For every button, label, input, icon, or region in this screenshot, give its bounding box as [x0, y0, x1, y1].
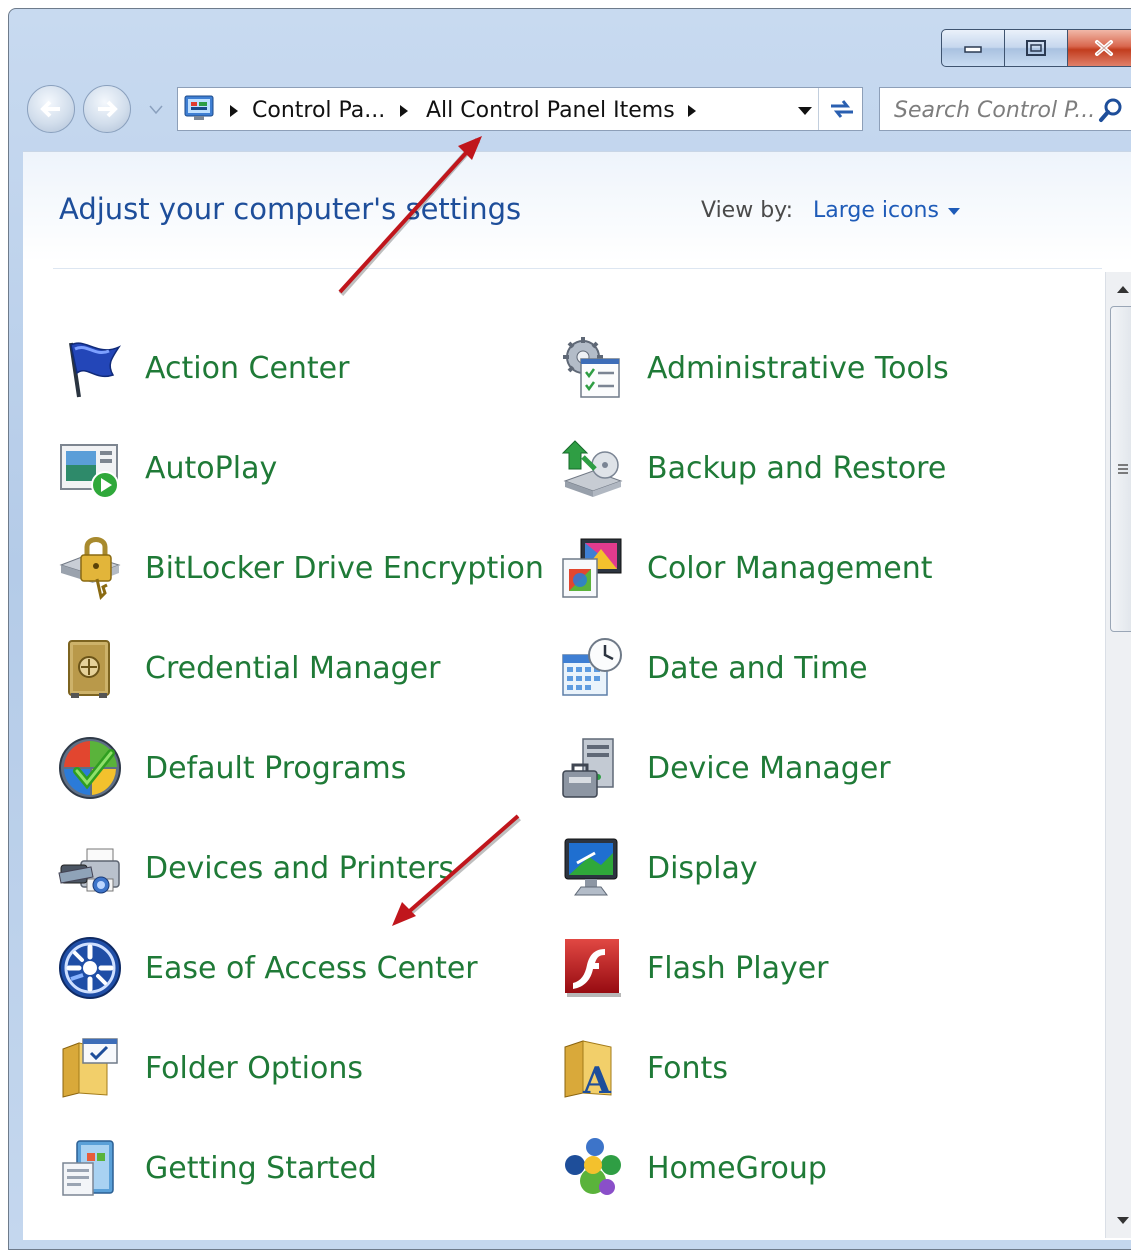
item-label: Display — [647, 850, 758, 886]
item-label: HomeGroup — [647, 1150, 827, 1186]
item-label: Color Management — [647, 550, 933, 586]
item-date-time[interactable]: Date and Time — [559, 628, 868, 708]
close-button[interactable] — [1068, 29, 1131, 67]
item-label: Folder Options — [145, 1050, 363, 1086]
breadcrumb-control-panel[interactable]: Control Pa... — [252, 98, 385, 123]
item-label: Flash Player — [647, 950, 829, 986]
item-label: Devices and Printers — [145, 850, 455, 886]
search-icon[interactable] — [1098, 97, 1124, 127]
breadcrumb-separator[interactable] — [230, 105, 238, 117]
item-default-programs[interactable]: Default Programs — [57, 728, 406, 808]
control-panel-icon — [184, 94, 216, 126]
item-devices-printers[interactable]: Devices and Printers — [57, 828, 454, 908]
printer-icon — [57, 835, 123, 901]
item-credential-manager[interactable]: Credential Manager — [57, 628, 440, 708]
monitor-icon — [559, 835, 625, 901]
scroll-up-button[interactable] — [1106, 272, 1131, 306]
page-title: Adjust your computer's settings — [59, 192, 522, 226]
address-dropdown-button[interactable] — [798, 107, 812, 115]
item-label: Ease of Access Center — [145, 950, 478, 986]
forward-button[interactable] — [83, 85, 131, 133]
item-label: Fonts — [647, 1050, 728, 1086]
vault-icon — [57, 635, 123, 701]
folder-options-icon — [57, 1035, 123, 1101]
item-getting-started[interactable]: Getting Started — [57, 1128, 377, 1208]
item-label: Default Programs — [145, 750, 407, 786]
item-label: Getting Started — [145, 1150, 377, 1186]
item-backup-restore[interactable]: Backup and Restore — [559, 428, 946, 508]
breadcrumb-separator[interactable] — [400, 105, 408, 117]
item-autoplay[interactable]: AutoPlay — [57, 428, 277, 508]
item-homegroup[interactable]: HomeGroup — [559, 1128, 827, 1208]
title-bar — [9, 9, 1131, 71]
backup-icon — [559, 435, 625, 501]
breadcrumb-all-items[interactable]: All Control Panel Items — [426, 98, 675, 123]
item-color-management[interactable]: Color Management — [559, 528, 932, 608]
control-panel-window: Control Pa... All Control Panel Items Se… — [8, 8, 1131, 1250]
back-arrow-icon — [40, 100, 60, 118]
item-flash-player[interactable]: Flash Player — [559, 928, 829, 1008]
fonts-folder-icon: A — [559, 1035, 625, 1101]
minimize-icon — [964, 46, 982, 53]
accessibility-icon — [57, 935, 123, 1001]
scroll-down-icon — [1117, 1217, 1129, 1224]
item-display[interactable]: Display — [559, 828, 758, 908]
lock-drive-icon — [57, 535, 123, 601]
autoplay-icon — [57, 435, 123, 501]
color-management-icon — [559, 535, 625, 601]
back-button[interactable] — [27, 85, 75, 133]
item-action-center[interactable]: Action Center — [57, 328, 349, 408]
item-fonts[interactable]: A Fonts — [559, 1028, 728, 1108]
svg-text:A: A — [582, 1060, 612, 1101]
vertical-scrollbar[interactable] — [1105, 272, 1131, 1238]
item-administrative-tools[interactable]: Administrative Tools — [559, 328, 949, 408]
flag-icon — [57, 335, 123, 401]
breadcrumb-separator[interactable] — [688, 105, 696, 117]
homegroup-icon — [559, 1135, 625, 1201]
item-ease-of-access[interactable]: Ease of Access Center — [57, 928, 478, 1008]
item-label: Date and Time — [647, 650, 868, 686]
caption-buttons — [941, 29, 1131, 69]
refresh-icon — [831, 100, 853, 118]
item-bitlocker[interactable]: BitLocker Drive Encryption — [57, 528, 544, 608]
navigation-bar: Control Pa... All Control Panel Items Se… — [27, 85, 1131, 137]
flash-icon — [559, 935, 625, 1001]
view-by-dropdown-icon[interactable] — [948, 208, 960, 215]
windows-check-icon — [57, 735, 123, 801]
item-label: Backup and Restore — [647, 450, 947, 486]
item-label: Action Center — [145, 350, 350, 386]
item-label: Administrative Tools — [647, 350, 949, 386]
view-by-selector[interactable]: Large icons — [813, 198, 939, 223]
item-device-manager[interactable]: Device Manager — [559, 728, 891, 808]
divider — [53, 268, 1102, 269]
scroll-up-icon — [1117, 286, 1129, 293]
scrollbar-thumb[interactable] — [1110, 306, 1131, 632]
scroll-down-button[interactable] — [1106, 1204, 1131, 1238]
view-by-label: View by: — [701, 198, 793, 223]
item-label: AutoPlay — [145, 450, 278, 486]
item-label: Credential Manager — [145, 650, 441, 686]
maximize-button[interactable] — [1005, 29, 1068, 67]
forward-arrow-icon — [98, 100, 118, 118]
item-label: BitLocker Drive Encryption — [145, 550, 544, 586]
device-manager-icon — [559, 735, 625, 801]
refresh-button[interactable] — [818, 88, 865, 130]
recent-pages-button[interactable] — [149, 101, 163, 120]
minimize-button[interactable] — [941, 29, 1005, 67]
chevron-down-icon — [149, 105, 163, 115]
maximize-icon — [1026, 40, 1046, 56]
item-folder-options[interactable]: Folder Options — [57, 1028, 363, 1108]
close-icon — [1095, 40, 1113, 56]
address-bar[interactable]: Control Pa... All Control Panel Items — [177, 87, 863, 131]
search-input[interactable]: Search Control P... — [879, 87, 1131, 131]
item-label: Device Manager — [647, 750, 891, 786]
grip-icon — [1118, 464, 1128, 474]
search-placeholder: Search Control P... — [894, 98, 1096, 123]
content-pane: Adjust your computer's settings View by:… — [23, 151, 1131, 1240]
getting-started-icon — [57, 1135, 123, 1201]
admin-tools-icon — [559, 335, 625, 401]
calendar-clock-icon — [559, 635, 625, 701]
